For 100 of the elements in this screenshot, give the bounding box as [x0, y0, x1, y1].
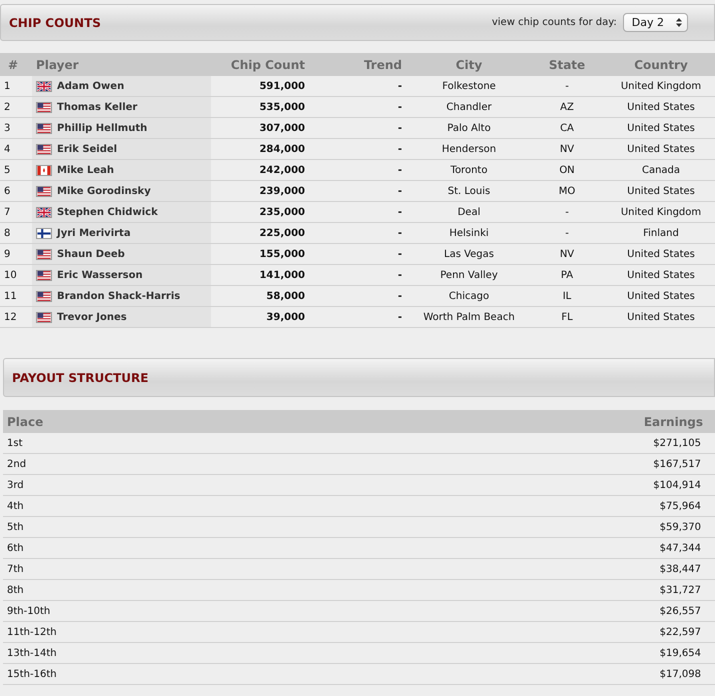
player-name: Erik Seidel — [57, 144, 118, 154]
table-cell: 535,000 — [211, 96, 309, 118]
table-cell: United States — [602, 96, 715, 118]
table-cell: - — [309, 286, 406, 306]
player-name: Mike Leah — [57, 164, 114, 176]
table-cell: United Kingdom — [602, 76, 715, 96]
table-cell: 7th — [3, 558, 359, 580]
player-name: Thomas Keller — [57, 102, 138, 112]
table-cell: United States — [602, 180, 715, 202]
table-cell: 155,000 — [211, 244, 309, 264]
table-cell: $104,914 — [359, 474, 715, 496]
table-cell: 6th — [3, 538, 359, 558]
table-cell: United States — [602, 244, 715, 264]
updown-icon — [676, 18, 682, 27]
section-title: PAYOUT STRUCTURE — [12, 370, 148, 384]
table-cell: United States — [602, 138, 715, 160]
table-cell: 9th-10th — [3, 600, 359, 622]
flag-icon — [36, 144, 52, 154]
table-cell: - — [309, 264, 406, 286]
table-cell: CA — [532, 118, 602, 138]
player-name: Brandon Shack-Harris — [57, 290, 180, 302]
table-cell: $38,447 — [359, 558, 715, 580]
table-cell: NV — [532, 244, 602, 264]
table-cell: - — [309, 306, 406, 328]
flag-icon — [36, 102, 52, 112]
table-cell: Deal — [406, 202, 532, 222]
table-cell: Penn Valley — [406, 264, 532, 286]
table-cell: 235,000 — [211, 202, 309, 222]
table-cell: - — [309, 160, 406, 180]
table-cell: - — [309, 76, 406, 96]
table-cell: United Kingdom — [602, 202, 715, 222]
column-header: State — [532, 53, 602, 76]
table-cell: 39,000 — [211, 306, 309, 328]
table-cell: Canada — [602, 160, 715, 180]
table-cell: 8th — [3, 580, 359, 600]
flag-icon — [36, 228, 52, 238]
table-cell: United States — [602, 118, 715, 138]
column-header: Player — [32, 53, 211, 76]
player-name: Stephen Chidwick — [57, 206, 158, 218]
table-cell: 591,000 — [211, 76, 309, 96]
table-cell: $19,654 — [359, 642, 715, 664]
table-cell: $47,344 — [359, 538, 715, 558]
table-cell: - — [309, 244, 406, 264]
column-header: Country — [602, 53, 715, 76]
table-cell: 307,000 — [211, 118, 309, 138]
table-cell: $22,597 — [359, 622, 715, 642]
table-cell: 3rd — [3, 474, 359, 496]
flag-icon — [36, 206, 52, 218]
table-cell: - — [309, 202, 406, 222]
table-cell: United States — [602, 264, 715, 286]
table-cell: United States — [602, 286, 715, 306]
table-cell: St. Louis — [406, 180, 532, 202]
flag-icon — [36, 80, 52, 92]
table-cell: - — [309, 118, 406, 138]
player-name: Mike Gorodinsky — [57, 186, 151, 196]
flag-icon — [36, 312, 52, 322]
flag-icon — [36, 248, 52, 260]
table-cell: 2nd — [3, 454, 359, 474]
flag-icon — [36, 186, 52, 196]
table-cell: - — [309, 138, 406, 160]
table-cell: PA — [532, 264, 602, 286]
player-name: Shaun Deeb — [57, 248, 125, 260]
table-cell: United States — [602, 306, 715, 328]
section-title: CHIP COUNTS — [9, 16, 101, 30]
table-cell: 58,000 — [211, 286, 309, 306]
flag-icon — [36, 164, 52, 176]
flag-icon — [36, 290, 52, 302]
table-cell: 141,000 — [211, 264, 309, 286]
table-cell: 284,000 — [211, 138, 309, 160]
table-cell: $271,105 — [359, 433, 715, 454]
table-cell: Toronto — [406, 160, 532, 180]
table-cell: 242,000 — [211, 160, 309, 180]
column-header: Trend — [309, 53, 406, 76]
table-cell: ON — [532, 160, 602, 180]
table-cell: - — [309, 180, 406, 202]
table-cell: $167,517 — [359, 454, 715, 474]
table-cell: - — [532, 202, 602, 222]
table-cell: Finland — [602, 222, 715, 244]
table-cell: Folkestone — [406, 76, 532, 96]
day-label: view chip counts for day: — [492, 17, 617, 28]
column-header: Earnings — [359, 410, 715, 433]
table-cell: 225,000 — [211, 222, 309, 244]
table-cell: 239,000 — [211, 180, 309, 202]
table-cell: MO — [532, 180, 602, 202]
player-name: Phillip Hellmuth — [57, 122, 148, 134]
table-cell: Helsinki — [406, 222, 532, 244]
table-cell: 15th-16th — [3, 664, 359, 684]
table-cell: $75,964 — [359, 496, 715, 516]
table-cell: 13th-14th — [3, 642, 359, 664]
flag-icon — [36, 122, 52, 134]
table-cell: 4th — [3, 496, 359, 516]
table-cell: Palo Alto — [406, 118, 532, 138]
table-cell: IL — [532, 286, 602, 306]
table-cell: - — [309, 222, 406, 244]
day-select[interactable]: Day 2 — [622, 13, 688, 32]
player-name: Trevor Jones — [57, 312, 127, 322]
table-cell: Henderson — [406, 138, 532, 160]
table-cell: - — [532, 222, 602, 244]
table-cell: $17,098 — [359, 664, 715, 684]
column-header: # — [0, 53, 32, 76]
